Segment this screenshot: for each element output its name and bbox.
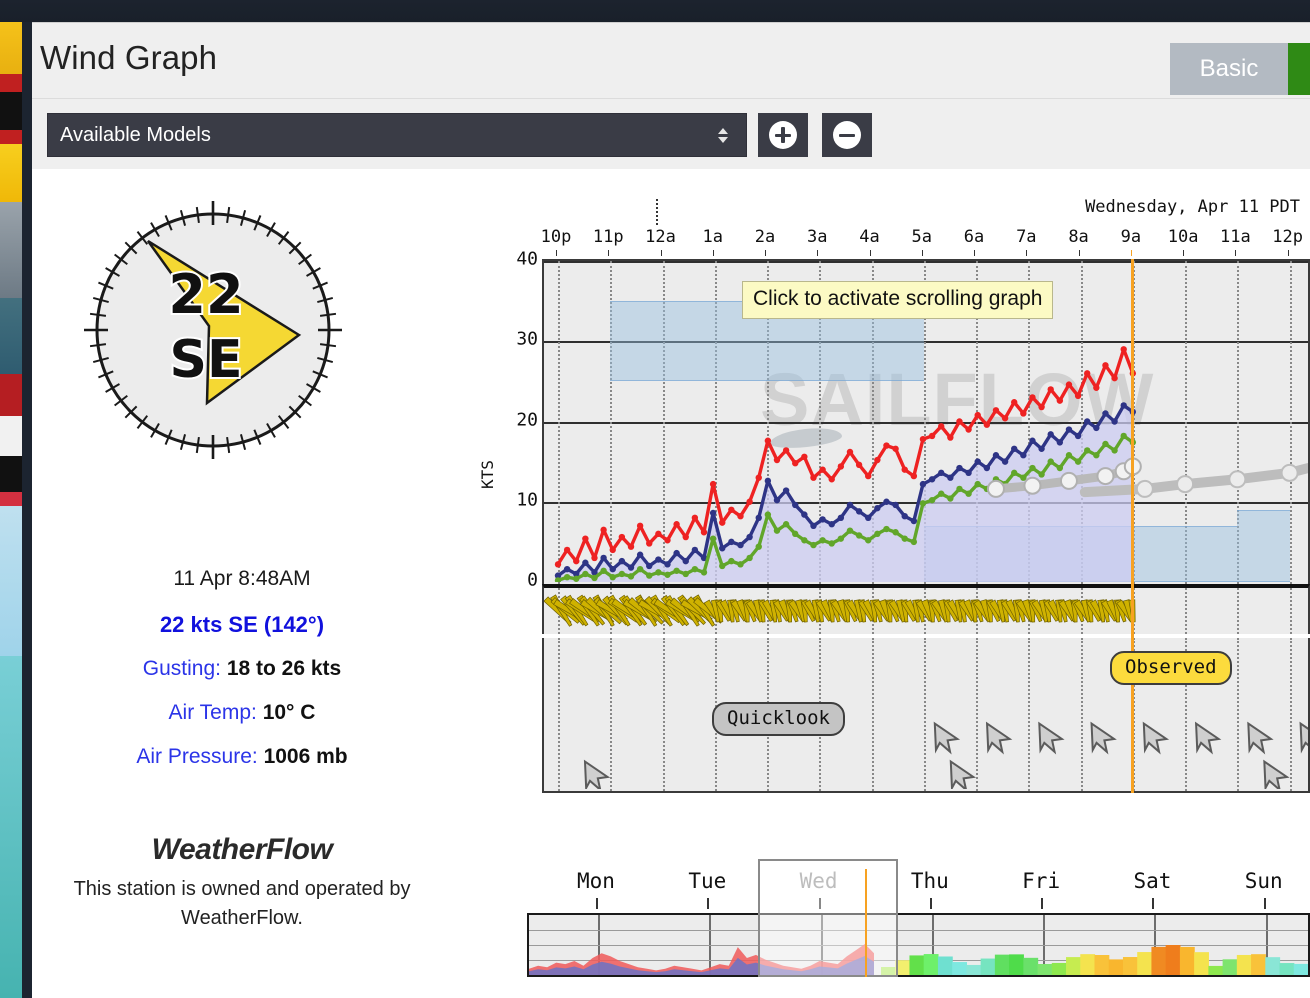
- x-axis-tick-mark: [556, 250, 557, 256]
- x-axis-tick-mark: [1130, 250, 1132, 256]
- graph-toolbar: Available Models: [32, 99, 1310, 169]
- x-axis-tick-2a: 2a: [754, 227, 776, 247]
- plus-circle-icon: [769, 121, 797, 149]
- overview-day-mon[interactable]: Mon: [577, 869, 615, 893]
- app-root: Wind Graph Basic Available Models 22 SE …: [0, 0, 1310, 998]
- x-axis-tick-mark: [1235, 250, 1237, 256]
- available-models-label: Available Models: [60, 123, 211, 146]
- y-axis-tick-10: 10: [516, 489, 538, 511]
- y-axis-tick-20: 20: [516, 409, 538, 430]
- zoom-in-button[interactable]: [758, 113, 808, 157]
- x-axis-tick-10a: 10a: [1167, 227, 1199, 247]
- air-temp-row: Air Temp: 10° C: [32, 701, 452, 725]
- overview-chart[interactable]: [527, 913, 1310, 977]
- x-axis-tick-mark: [765, 250, 767, 256]
- current-time-line: [1130, 259, 1134, 793]
- graph-x-axis: 10p 11p 12a 1a 2a 3a 4a 5a 6a 7a 8a 9a 10a 11a 12p: [482, 227, 1310, 256]
- air-temp-value: 10° C: [262, 701, 316, 724]
- week-overview-strip[interactable]: Mon Tue Wed Thu Fri Sat Sun: [527, 859, 1310, 995]
- wind-graph-panel[interactable]: Wednesday, Apr 11 PDT 10p 11p 12a 1a 2a 3a 4a 5…: [478, 169, 1310, 998]
- y-axis-tick-0: 0: [527, 569, 538, 591]
- zoom-out-button[interactable]: [822, 113, 872, 157]
- x-axis-tick-mark: [974, 250, 976, 256]
- green-accent-tab[interactable]: [1288, 43, 1310, 95]
- weatherflow-logo: WeatherFlow: [151, 833, 333, 866]
- x-axis-tick-mark: [817, 250, 819, 256]
- overview-day-fri[interactable]: Fri: [1022, 869, 1060, 893]
- wind-summary: 22 kts SE (142°): [159, 612, 325, 637]
- overview-day-thu[interactable]: Thu: [911, 869, 949, 893]
- minus-circle-icon: [833, 121, 861, 149]
- window-left-edge: [22, 22, 32, 998]
- air-pressure-value: 1006 mb: [263, 745, 348, 768]
- x-axis-tick-mark: [1078, 250, 1080, 256]
- overview-day-mark: [1041, 898, 1044, 909]
- x-axis-tick-mark: [1183, 250, 1185, 256]
- observed-pill[interactable]: Observed: [1110, 651, 1232, 685]
- x-axis-tick-mark: [712, 250, 714, 256]
- background-photo-strip: [0, 22, 22, 998]
- gusting-value: 18 to 26 kts: [226, 657, 342, 680]
- graph-day-label: Wednesday, Apr 11 PDT: [1085, 197, 1300, 217]
- gusting-label: Gusting:: [142, 657, 221, 680]
- midnight-divider-dots: [656, 199, 658, 225]
- y-axis-tick-40: 40: [516, 248, 538, 270]
- browser-top-bar: [0, 0, 1310, 22]
- air-pressure-row: Air Pressure: 1006 mb: [32, 745, 452, 769]
- overview-day-sat[interactable]: Sat: [1133, 869, 1171, 893]
- wind-compass: 22 SE: [78, 195, 348, 465]
- x-axis-tick-mark: [660, 250, 662, 256]
- x-axis-tick-mark: [921, 250, 923, 256]
- x-axis-tick-11a: 11a: [1219, 227, 1251, 247]
- x-axis-tick-8a: 8a: [1068, 227, 1089, 247]
- x-axis-tick-3a: 3a: [807, 227, 828, 247]
- overview-day-sun[interactable]: Sun: [1245, 869, 1283, 893]
- overview-day-tue[interactable]: Tue: [688, 869, 726, 893]
- station-ownership-note: This station is owned and operated by We…: [73, 878, 411, 929]
- x-axis-tick-mark: [608, 250, 610, 256]
- x-axis-tick-10p: 10p: [540, 227, 572, 247]
- gusting-row: Gusting: 18 to 26 kts: [32, 657, 452, 681]
- x-axis-tick-12p: 12p: [1272, 227, 1303, 247]
- x-axis-tick-mark: [1287, 250, 1289, 256]
- wind-barbs-plot[interactable]: [542, 584, 1310, 634]
- overview-day-mark: [1152, 898, 1155, 909]
- app-window: Wind Graph Basic Available Models 22 SE …: [32, 22, 1310, 998]
- page-title: Wind Graph: [40, 39, 218, 76]
- overview-day-mark: [1263, 898, 1266, 909]
- content-area: 22 SE 11 Apr 8:48AM 22 kts SE (142°) Gus…: [32, 169, 1310, 998]
- y-axis-title: KTS: [478, 460, 497, 489]
- x-axis-tick-6a: 6a: [963, 227, 985, 247]
- x-axis-tick-7a: 7a: [1016, 227, 1037, 247]
- y-axis-tick-30: 30: [516, 328, 538, 350]
- overview-day-mark: [929, 898, 932, 909]
- air-pressure-label: Air Pressure:: [136, 745, 258, 768]
- up-down-arrows-icon: [710, 114, 736, 156]
- air-temp-label: Air Temp:: [168, 701, 257, 724]
- x-axis-tick-11p: 11p: [592, 227, 624, 247]
- overview-now-line: [865, 869, 867, 977]
- wind-barbs-svg: [544, 594, 1136, 627]
- available-models-select[interactable]: Available Models: [47, 113, 747, 157]
- x-axis-tick-9a: 9a: [1120, 227, 1142, 247]
- x-axis-tick-12a: 12a: [645, 227, 676, 247]
- observation-time: 11 Apr 8:48AM: [173, 567, 311, 590]
- overview-day-selection[interactable]: [758, 859, 898, 977]
- x-axis-tick-4a: 4a: [859, 227, 880, 247]
- overview-day-mark: [707, 898, 710, 909]
- station-summary-panel: 22 SE 11 Apr 8:48AM 22 kts SE (142°) Gus…: [32, 169, 482, 998]
- page-header: Wind Graph Basic: [32, 23, 1310, 99]
- overview-series-svg: [529, 944, 1308, 975]
- compass-direction-text: SE: [170, 330, 243, 390]
- x-axis-tick-mark: [869, 250, 871, 256]
- x-axis-tick-5a: 5a: [911, 227, 933, 247]
- quicklook-pill[interactable]: Quicklook: [712, 702, 845, 736]
- basic-view-button[interactable]: Basic: [1170, 43, 1288, 95]
- x-axis-tick-mark: [1026, 250, 1028, 256]
- x-axis-tick-1a: 1a: [702, 227, 724, 247]
- scrolling-graph-tooltip[interactable]: Click to activate scrolling graph: [742, 281, 1054, 319]
- overview-day-mark: [595, 898, 598, 909]
- compass-speed-text: 22: [168, 263, 243, 326]
